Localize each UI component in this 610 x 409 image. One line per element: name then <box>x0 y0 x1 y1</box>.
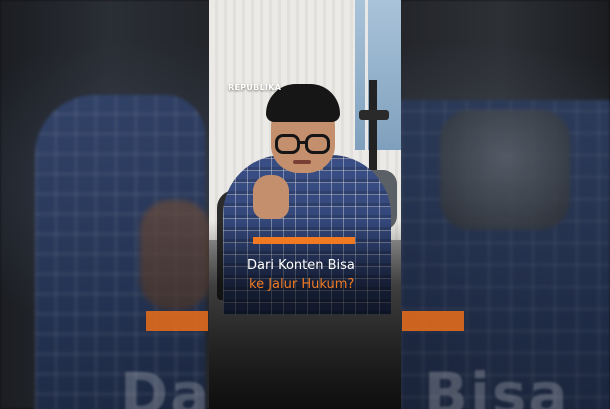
glasses-left-lens <box>275 134 300 154</box>
glasses-bridge <box>299 141 306 144</box>
bottom-gradient <box>209 220 401 409</box>
blurred-bag-right <box>440 110 570 230</box>
presenter-mouth <box>293 160 311 164</box>
caption-line-1: Dari Konten Bisa <box>247 258 355 273</box>
glasses-right-lens <box>305 134 330 154</box>
blurred-arm-left <box>140 200 210 310</box>
caption-line-2: ke Jalur Hukum? <box>249 277 355 292</box>
republika-logo: REPUBLIKA <box>228 83 282 92</box>
video-frame[interactable] <box>209 0 401 409</box>
stand-top <box>359 110 389 120</box>
window <box>355 0 401 150</box>
echo-word-right: Bisa <box>423 360 570 409</box>
presenter-hand <box>253 175 289 219</box>
caption-accent-bar <box>253 237 355 244</box>
blurred-accent-bar-left <box>146 311 208 331</box>
video-thumbnail[interactable]: Dari Bisa REPUBLIKA Dari Konten Bisa ke J… <box>0 0 610 409</box>
blurred-accent-bar-right <box>402 311 464 331</box>
